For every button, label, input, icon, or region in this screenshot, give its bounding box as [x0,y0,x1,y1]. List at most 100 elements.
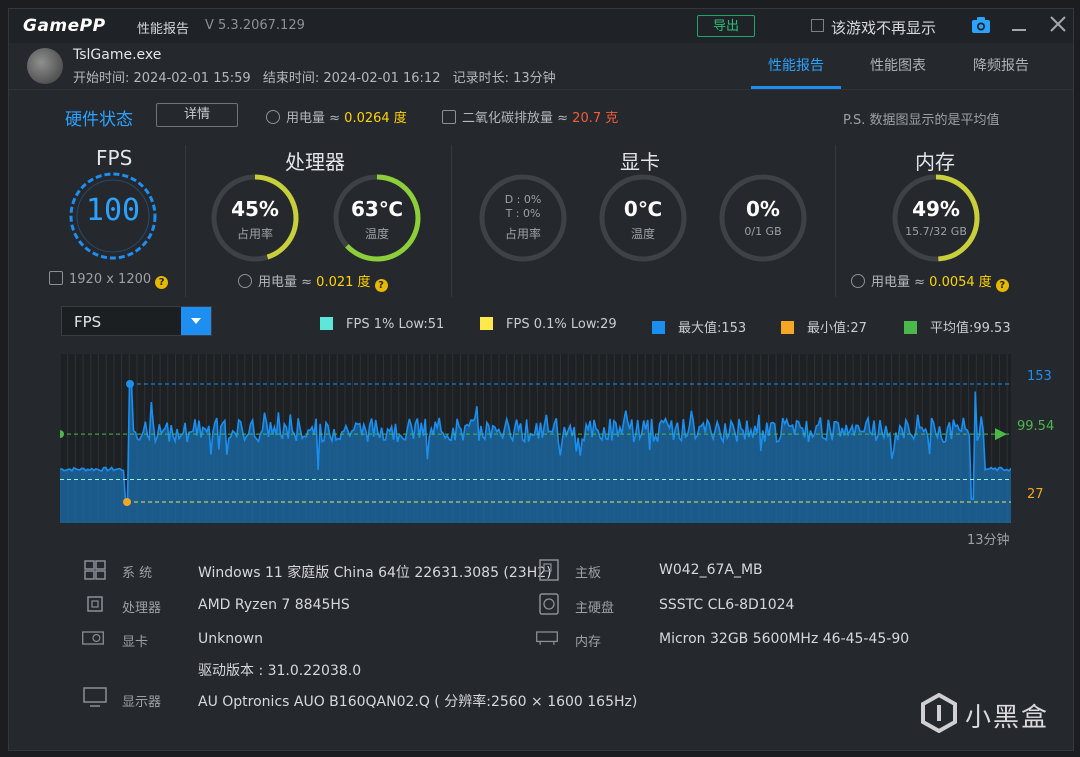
max-point [126,380,134,388]
app-logo: GamePP [23,16,106,36]
help-icon[interactable]: ? [155,276,169,289]
os-value: Windows 11 家庭版 China 64位 22631.3085 (23H… [198,565,552,581]
metric-select[interactable]: FPS [61,306,212,336]
metric-select-value: FPS [74,313,102,331]
total-power-value: 0.0264 度 [344,111,407,126]
fps-value: 100 [85,193,141,228]
close-icon[interactable] [1049,15,1067,33]
gpu-temp-gauge: 0℃ 温度 [598,173,688,263]
ps-note: P.S. 数据图显示的是平均值 [843,113,1000,128]
time-end-label: 13分钟 [967,533,1010,548]
gpu-driver: 驱动版本 : 31.0.22038.0 [198,663,362,679]
cpu-icon [87,596,103,612]
gpu-usage-t: T : 0% [505,207,541,220]
help-icon[interactable]: ? [995,279,1009,292]
total-power: 用电量 ≈ 0.0264 度 [266,107,407,126]
ram-power: 用电量 ≈ 0.0054 度? [851,271,1009,292]
monitor-icon [49,271,63,285]
dont-show-checkbox[interactable] [811,19,824,32]
cpu-usage-label: 占用率 [236,227,273,241]
game-avatar [27,48,63,84]
active-tab-indicator [751,86,841,89]
ram-label: 内存 [575,635,602,650]
max-axis-label: 153 [1027,369,1052,384]
cpu-value: AMD Ryzen 7 8845HS [198,597,350,613]
app-window: GamePP 性能报告 V 5.3.2067.129 导出 该游戏不再显示 Ts… [8,8,1074,751]
help-icon[interactable]: ? [374,279,388,292]
cpu-power-value: 0.021 度 [316,275,371,290]
power-icon [266,110,280,124]
fps-gauge: 100 [68,171,158,261]
cpu-power: 用电量 ≈ 0.021 度? [238,271,388,292]
gpu-title: 显卡 [620,150,660,174]
tab-performance-chart[interactable]: 性能图表 [870,55,926,75]
resolution: 1920 x 1200? [49,271,169,289]
game-name: TslGame.exe [73,47,162,63]
co2-emission: 二氧化碳排放量 ≈ 20.7 克 [442,107,618,126]
cpu-temp-value: 63℃ [350,197,404,221]
start-time: 开始时间: 2024-02-01 15:59 [73,71,251,86]
legend-01pct-low: FPS 0.1% Low:29 [480,317,617,332]
details-button[interactable]: 详情 [156,103,238,127]
display-label: 显示器 [122,695,162,710]
tab-performance-report[interactable]: 性能报告 [768,55,824,75]
session-header: TslGame.exe 开始时间: 2024-02-01 15:59 结束时间:… [9,43,1073,90]
window-title: 性能报告 [137,22,190,37]
power-icon [238,274,252,288]
cpu-title: 处理器 [285,150,345,174]
legend-avg: 平均值:99.53 [904,317,1011,336]
os-label: 系 统 [122,566,153,581]
gpu-label: 显卡 [122,635,149,650]
motherboard-icon [539,559,559,581]
windows-icon [84,560,106,580]
dont-show-label[interactable]: 该游戏不再显示 [831,17,936,38]
fps-title: FPS [96,146,133,170]
end-time: 结束时间: 2024-02-01 16:12 [262,71,441,86]
avg-axis-label: 99.54 [1017,419,1055,434]
cpu-usage-gauge: 45% 占用率 [210,173,300,263]
hardware-status-title: 硬件状态 [65,110,133,130]
disk-value: SSSTC CL6-8D1024 [659,597,795,613]
divider [185,145,186,297]
legend-min: 最小值:27 [781,317,867,336]
title-bar: GamePP 性能报告 V 5.3.2067.129 导出 该游戏不再显示 [9,9,1073,43]
ram-title: 内存 [915,150,955,174]
minimize-icon[interactable] [1009,15,1029,35]
min-point [123,498,131,506]
divider [451,145,452,297]
board-label: 主板 [575,566,602,581]
session-info: 开始时间: 2024-02-01 15:59 结束时间: 2024-02-01 … [73,67,564,86]
gpu-temp-label: 温度 [630,227,655,241]
gpu-memory-value: 0% [746,197,780,221]
monitor-icon [83,687,107,707]
ram-icon [536,631,558,645]
version-label: V 5.3.2067.129 [205,18,305,33]
chevron-down-icon[interactable] [181,307,211,335]
cpu-temp-label: 温度 [364,227,389,241]
power-icon [851,274,865,288]
disk-label: 主硬盘 [575,601,615,616]
gpu-temp-value: 0℃ [623,197,663,221]
gpu-usage-label: 占用率 [504,227,541,241]
min-axis-label: 27 [1027,487,1044,502]
ram-usage-value: 49% [912,197,960,221]
ram-usage-label: 15.7/32 GB [905,225,967,238]
gpu-icon [82,631,104,645]
ram-value: Micron 32GB 5600MHz 46-45-45-90 [659,631,910,647]
disk-icon [539,593,559,615]
export-button[interactable]: 导出 [697,15,755,37]
gpu-value: Unknown [198,631,263,647]
ram-usage-gauge: 49% 15.7/32 GB [891,173,981,263]
co2-icon [442,110,456,124]
fps-chart [60,354,1011,523]
legend-1pct-low: FPS 1% Low:51 [320,317,444,332]
watermark-logo [921,693,957,733]
board-value: W042_67A_MB [659,562,763,578]
legend-max: 最大值:153 [652,317,746,336]
tab-throttle-report[interactable]: 降频报告 [973,55,1029,75]
gpu-memory-label: 0/1 GB [744,225,782,238]
duration: 记录时长: 13分钟 [452,71,556,86]
divider [835,145,836,297]
gpu-usage-d: D : 0% [504,193,542,206]
camera-icon[interactable] [971,16,991,34]
